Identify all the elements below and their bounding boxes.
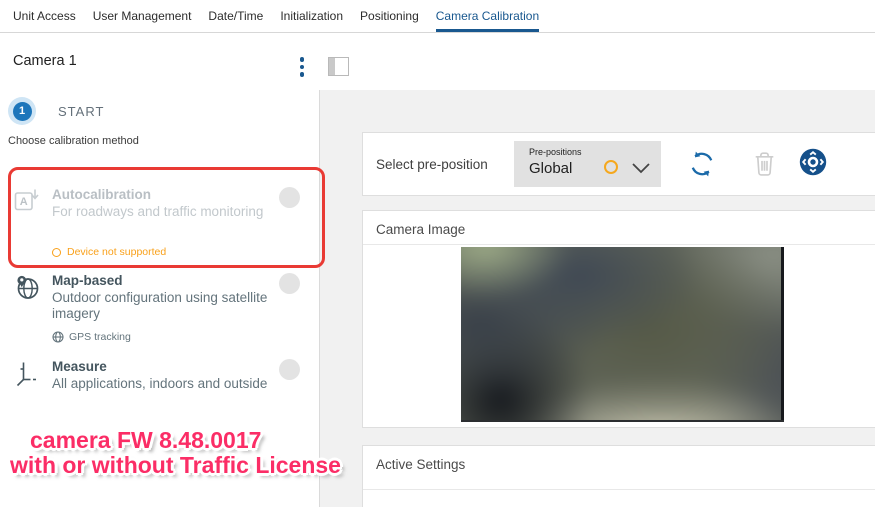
method-description: All applications, indoors and outside — [52, 376, 268, 391]
pan-tilt-icon — [799, 148, 827, 176]
method-card-map-based[interactable]: Map-based Outdoor configuration using sa… — [0, 273, 319, 351]
delete-button[interactable] — [751, 149, 781, 179]
autocalibration-icon: A — [14, 188, 40, 217]
annotation-line-1: camera FW 8.48.0017 — [30, 427, 262, 453]
step-1-badge: 1 — [8, 97, 36, 125]
annotation-line-2: with or without Traffic License — [10, 452, 341, 478]
active-settings-panel: Active Settings — [362, 445, 875, 507]
camera-calibration-page: Unit Access User Management Date/Time In… — [0, 0, 875, 507]
tab-date-time[interactable]: Date/Time — [208, 0, 263, 32]
kebab-menu-icon[interactable] — [298, 57, 306, 81]
tag-text: GPS tracking — [69, 331, 131, 343]
method-description: Outdoor configuration using satellite im… — [52, 290, 268, 321]
tab-unit-access[interactable]: Unit Access — [13, 0, 76, 32]
blurred-camera-feed — [461, 247, 784, 422]
chevron-down-icon — [631, 161, 651, 179]
warning-circle-icon — [52, 247, 61, 257]
tab-user-management[interactable]: User Management — [93, 0, 192, 32]
method-title: Measure — [52, 359, 107, 374]
image-bottom-edge — [461, 420, 784, 422]
image-right-edge — [781, 247, 784, 422]
pre-positions-dropdown[interactable]: Pre-positions Global — [514, 141, 661, 187]
method-radio-measure[interactable] — [279, 359, 300, 380]
method-description: For roadways and traffic monitoring — [52, 204, 264, 219]
svg-text:A: A — [20, 196, 28, 208]
tab-positioning[interactable]: Positioning — [360, 0, 419, 32]
method-title: Map-based — [52, 273, 123, 288]
camera-header-row: Camera 1 — [0, 33, 875, 90]
header-separator — [363, 489, 875, 490]
method-card-autocalibration: A Autocalibration For roadways and traff… — [0, 187, 319, 267]
small-globe-icon — [52, 331, 64, 343]
dropdown-value: Global — [529, 160, 573, 177]
method-title: Autocalibration — [52, 187, 152, 202]
method-radio-autocalibration — [279, 187, 300, 208]
refresh-icon — [691, 151, 713, 177]
camera-image-panel: Camera Image — [362, 210, 875, 428]
gps-tracking-tag: GPS tracking — [52, 331, 131, 343]
tab-camera-calibration[interactable]: Camera Calibration — [435, 0, 540, 32]
refresh-button[interactable] — [687, 149, 717, 179]
camera-image — [461, 247, 784, 422]
pre-position-label: Select pre-position — [376, 157, 488, 172]
tab-initialization[interactable]: Initialization — [280, 0, 343, 32]
calibration-instruction: Choose calibration method — [8, 135, 139, 147]
camera-image-title: Camera Image — [376, 222, 466, 237]
trash-icon — [755, 152, 774, 176]
preset-status-ring-icon — [604, 160, 618, 174]
device-not-supported-status: Device not supported — [52, 246, 166, 258]
step-number: 1 — [12, 101, 32, 121]
camera-title: Camera 1 — [13, 53, 77, 69]
tab-bar: Unit Access User Management Date/Time In… — [0, 0, 875, 33]
step-label: START — [58, 104, 105, 119]
header-separator — [363, 244, 875, 245]
globe-pin-icon — [14, 274, 41, 306]
method-radio-map-based[interactable] — [279, 273, 300, 294]
panel-toggle-icon[interactable] — [328, 57, 349, 76]
measure-axes-icon — [14, 360, 41, 392]
pre-position-panel: Select pre-position Pre-positions Global — [362, 132, 875, 196]
dropdown-label: Pre-positions — [529, 147, 582, 157]
method-card-measure[interactable]: Measure All applications, indoors and ou… — [0, 359, 319, 399]
pan-tilt-button[interactable] — [798, 147, 828, 177]
active-settings-title: Active Settings — [376, 457, 466, 472]
annotation-note: camera FW 8.48.0017 with or without Traf… — [10, 428, 341, 478]
status-text: Device not supported — [67, 246, 167, 258]
